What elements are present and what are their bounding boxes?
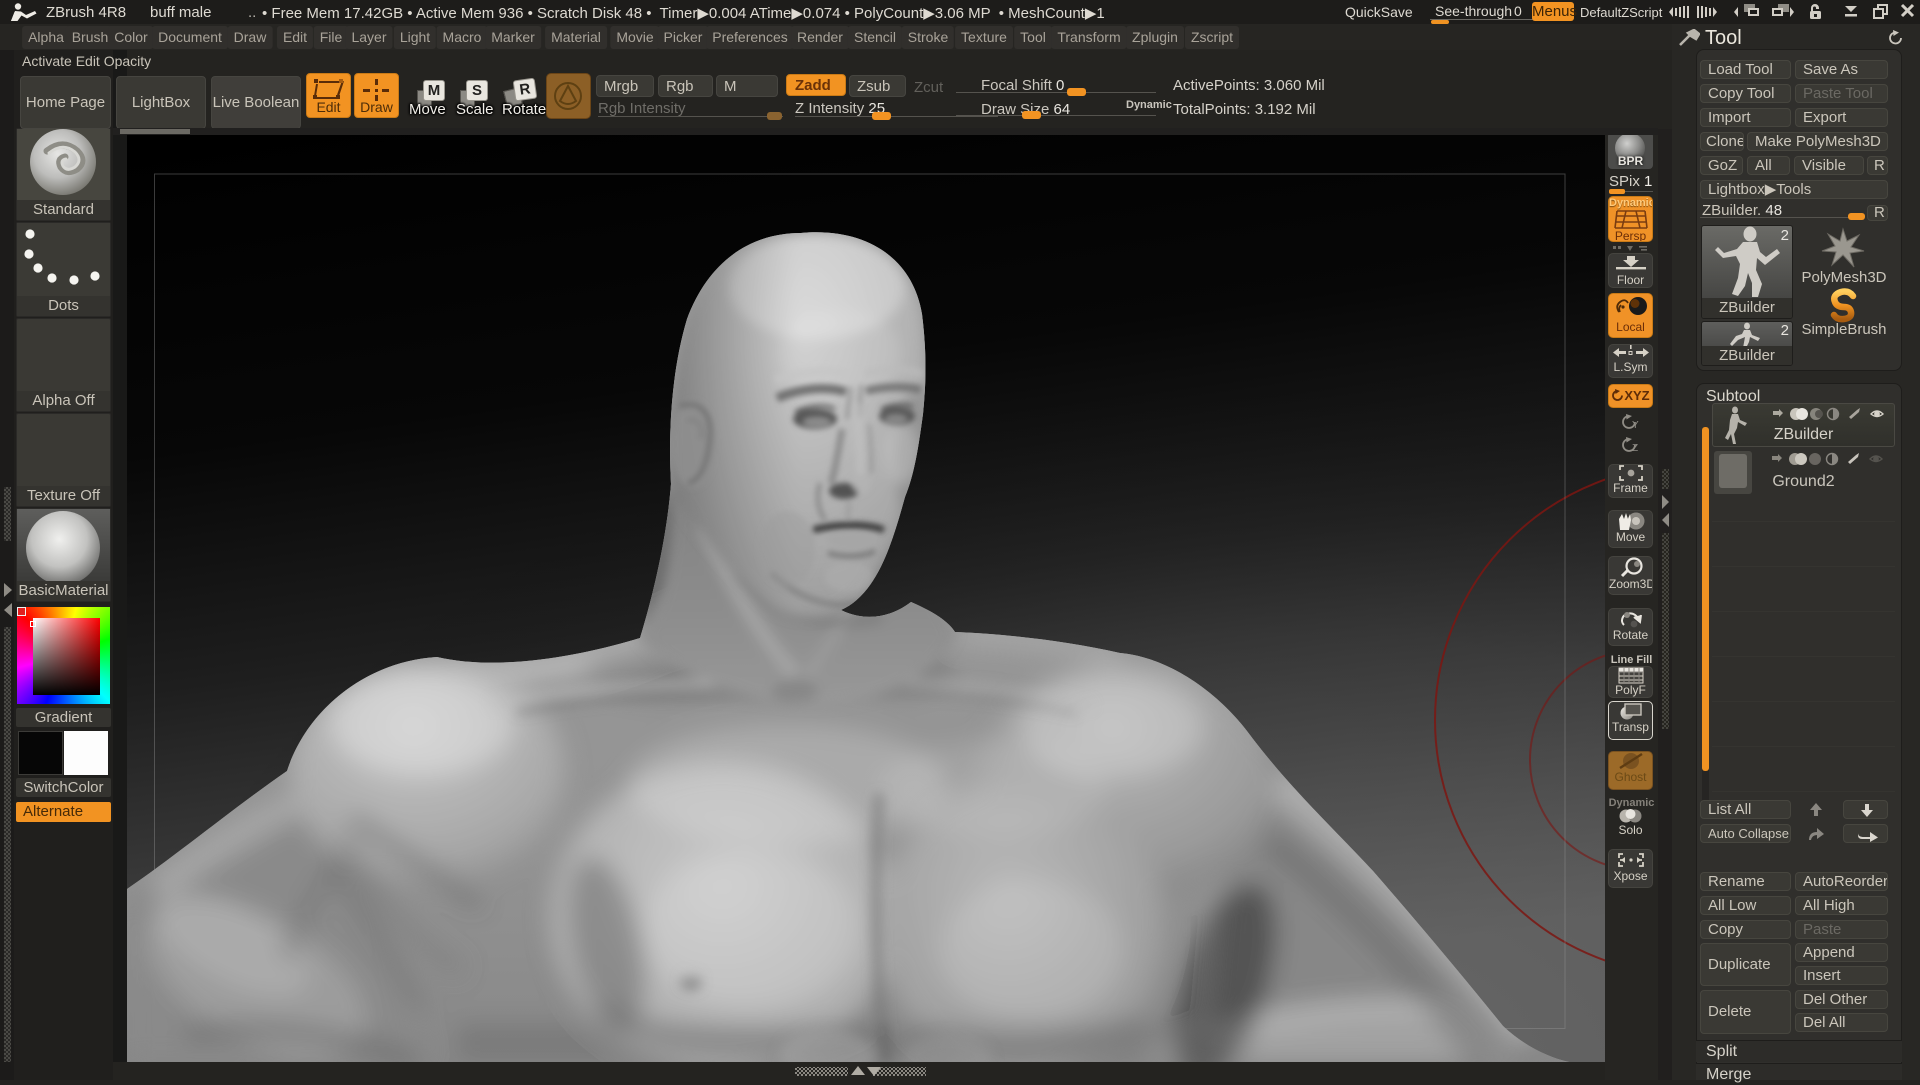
svg-text:Z: Z: [1632, 443, 1638, 453]
svg-text:Y: Y: [1632, 420, 1639, 430]
